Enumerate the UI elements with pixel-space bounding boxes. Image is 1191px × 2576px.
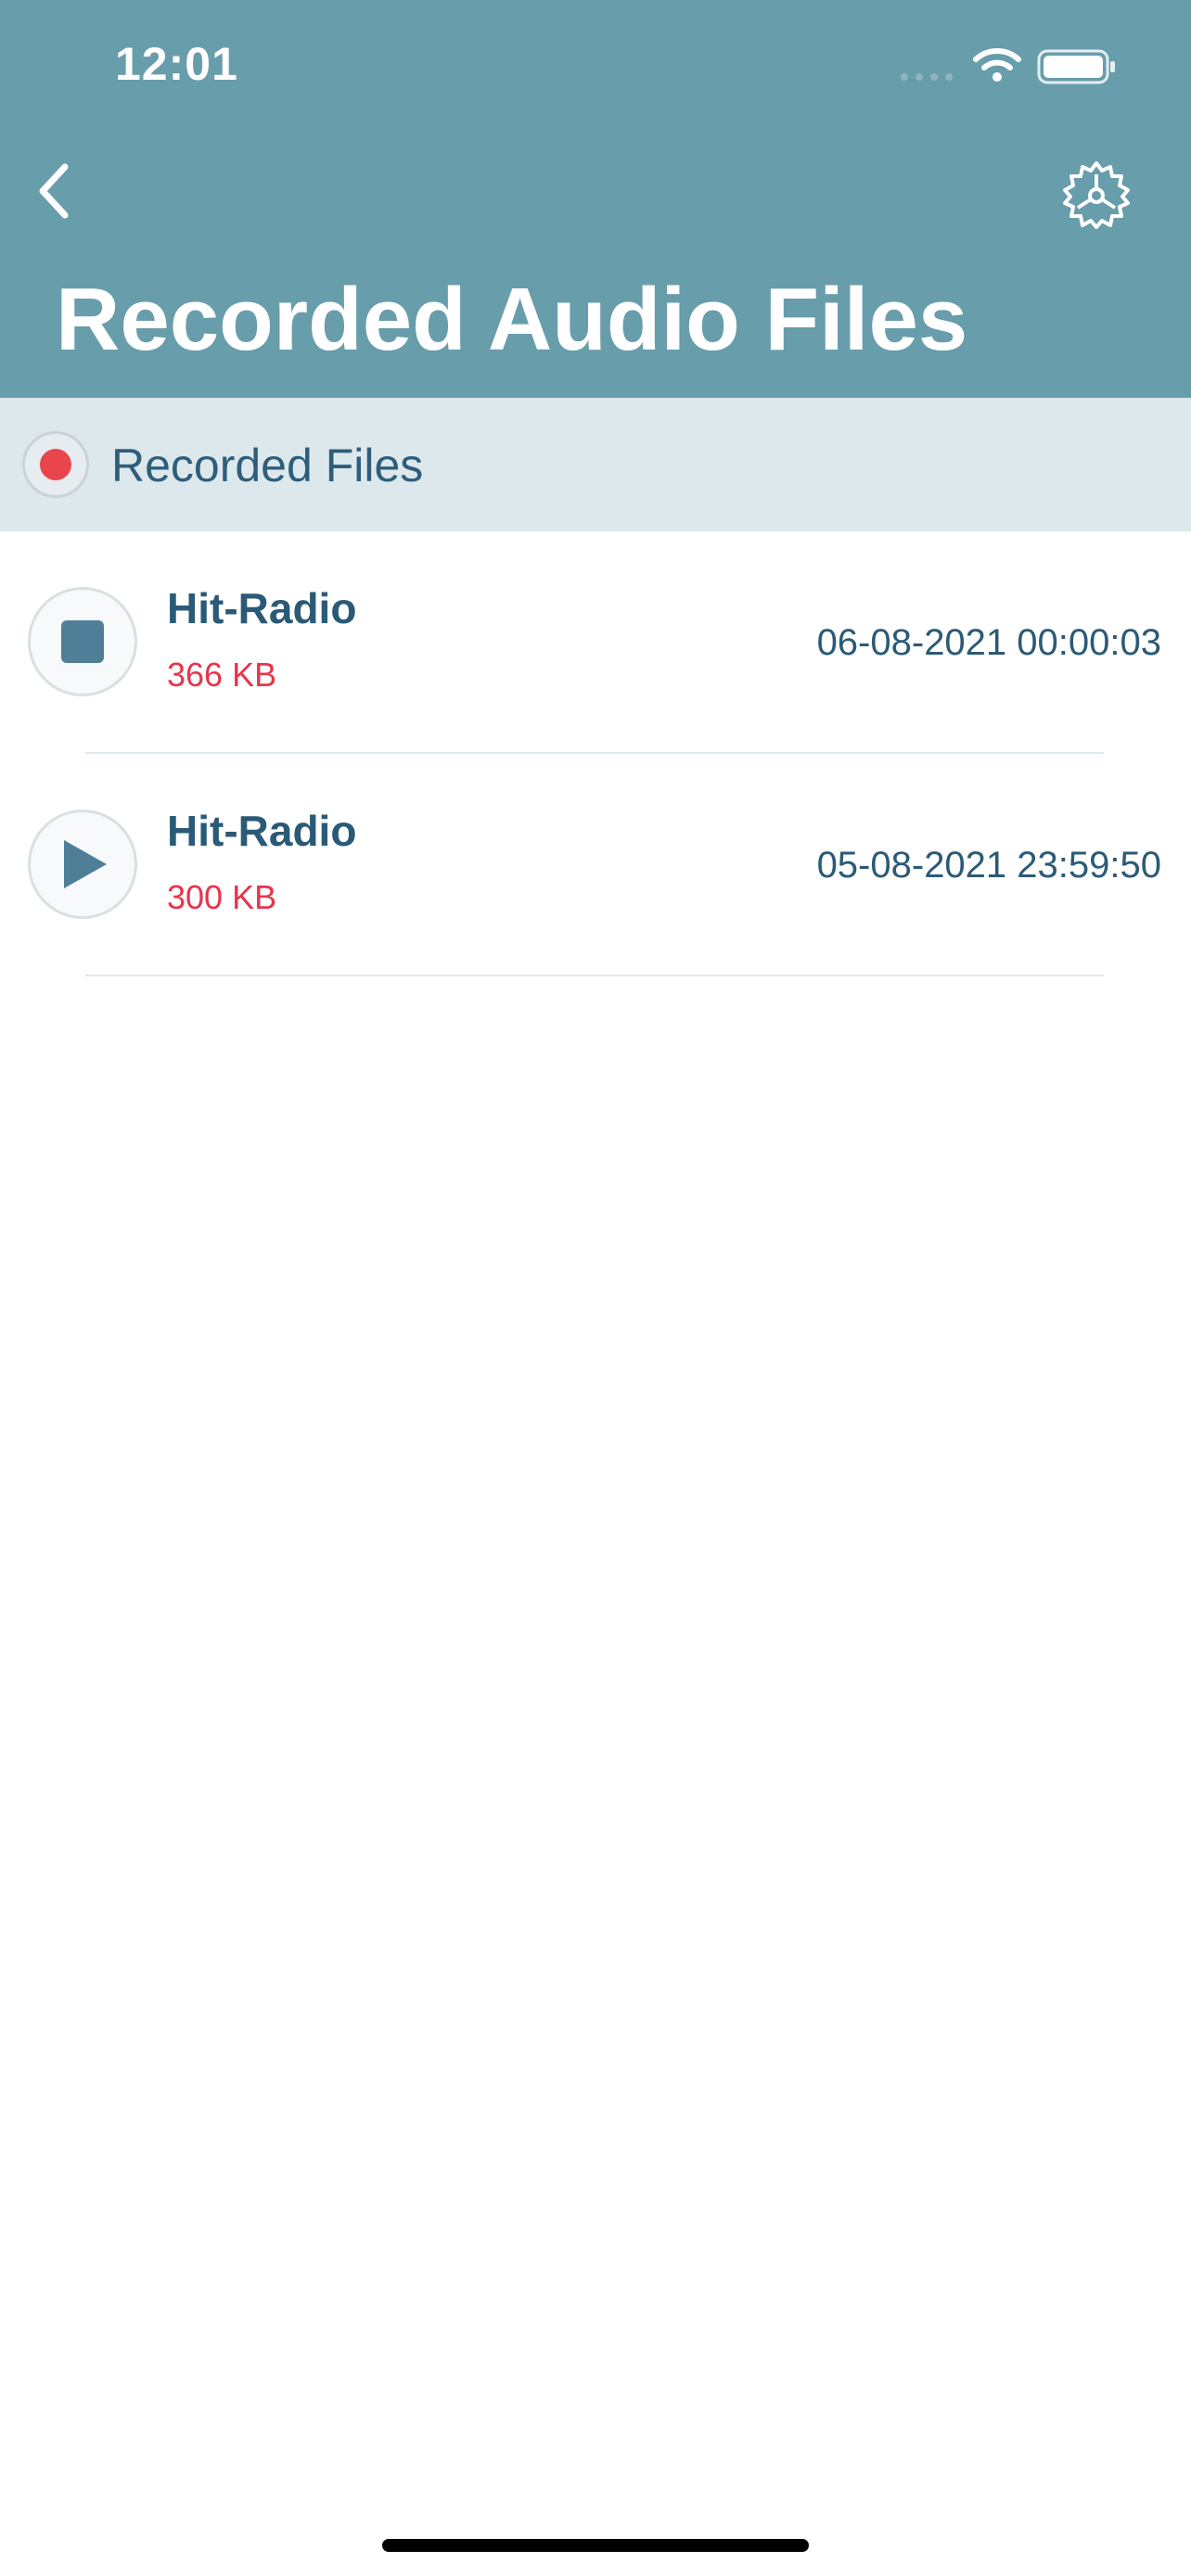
recording-date: 06-08-2021 00:00:03 <box>816 622 1161 663</box>
screen: 12:01 Recorded Audio Files Recorded File… <box>0 0 1191 2576</box>
battery-icon <box>1037 49 1115 84</box>
page-title: Recorded Audio Files <box>56 270 968 369</box>
section-label: Recorded Files <box>111 440 424 491</box>
wifi-icon <box>973 48 1021 82</box>
recording-size: 366 KB <box>167 656 277 694</box>
recording-title: Hit-Radio <box>167 584 357 632</box>
recording-date: 05-08-2021 23:59:50 <box>816 845 1161 886</box>
play-button[interactable] <box>28 810 137 919</box>
section-header: Recorded Files <box>0 398 1191 531</box>
record-indicator-icon <box>22 431 89 498</box>
chevron-left-icon <box>39 163 69 219</box>
cellular-signal-icon <box>901 73 953 81</box>
stop-button[interactable] <box>28 587 137 696</box>
row-divider <box>85 975 1104 976</box>
header: 12:01 Recorded Audio Files <box>0 0 1191 398</box>
status-time: 12:01 <box>115 38 238 90</box>
recording-row[interactable]: Hit-Radio 366 KB 06-08-2021 00:00:03 <box>0 531 1191 754</box>
recording-size: 300 KB <box>167 878 277 916</box>
recordings-list: Hit-Radio 366 KB 06-08-2021 00:00:03 Hit… <box>0 531 1191 976</box>
settings-button[interactable] <box>1057 156 1135 234</box>
home-indicator[interactable] <box>382 2539 809 2552</box>
stop-icon <box>61 620 104 663</box>
recording-row[interactable]: Hit-Radio 300 KB 05-08-2021 23:59:50 <box>0 754 1191 976</box>
play-icon <box>64 840 107 888</box>
back-button[interactable] <box>24 158 83 224</box>
recording-title: Hit-Radio <box>167 807 357 855</box>
record-dot <box>40 449 71 480</box>
gear-icon <box>1063 161 1130 229</box>
